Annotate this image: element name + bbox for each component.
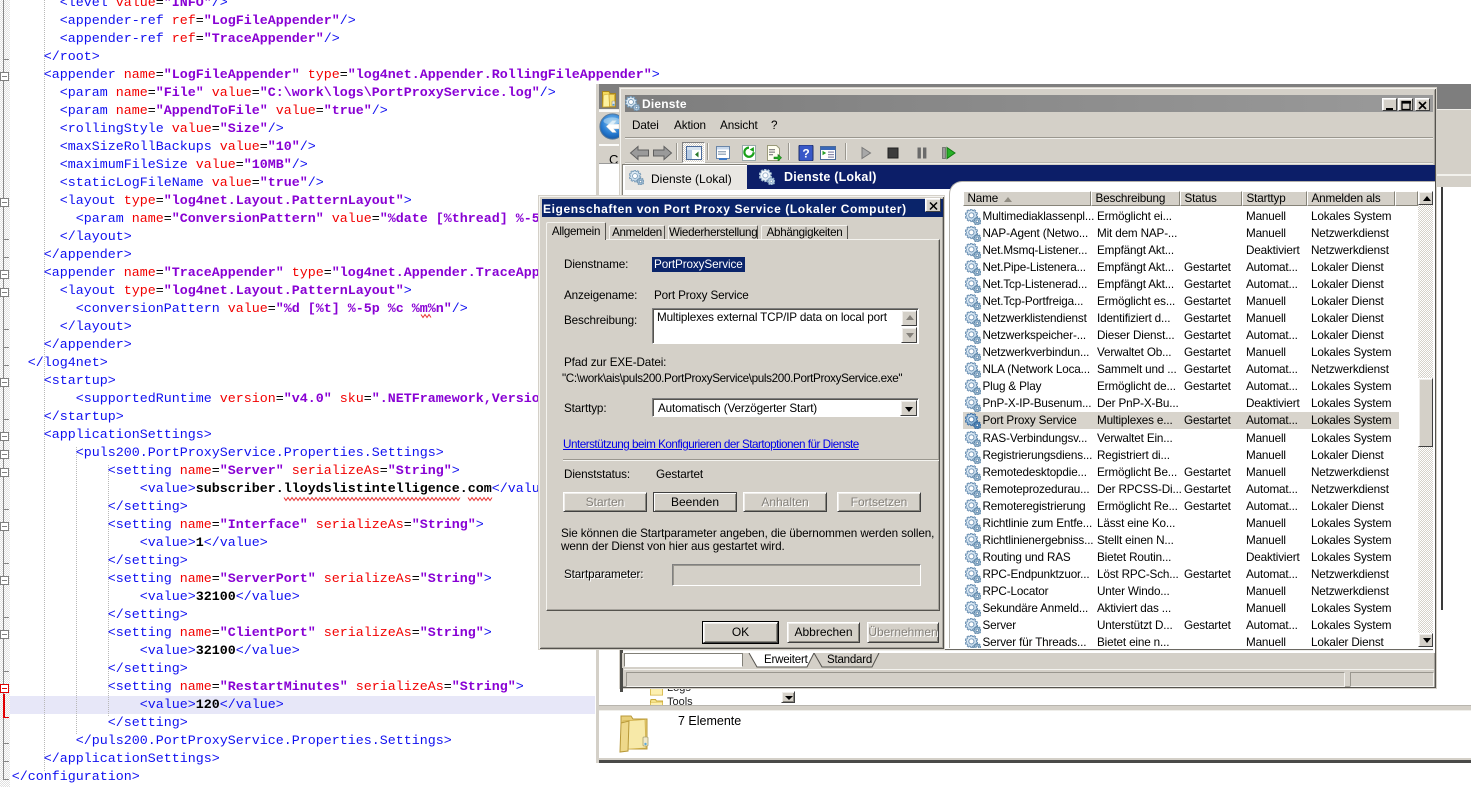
svg-text:?: ? bbox=[802, 146, 809, 160]
